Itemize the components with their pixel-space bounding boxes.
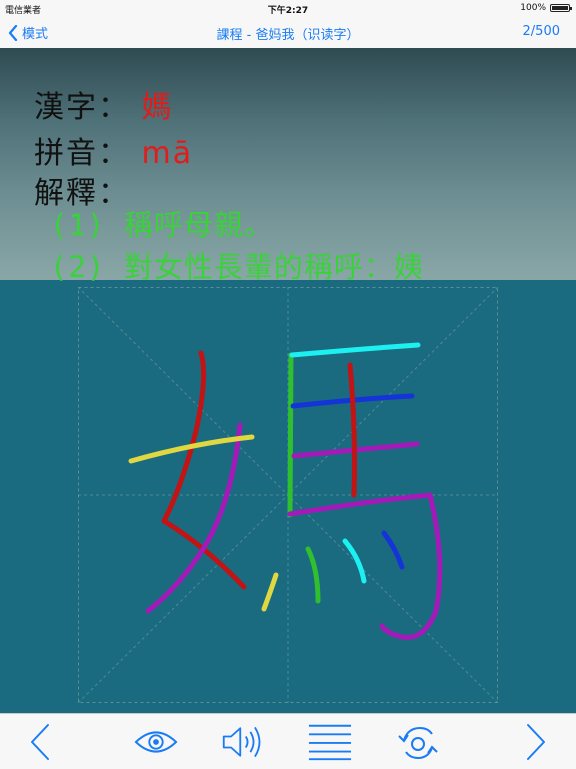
battery-icon	[550, 4, 572, 12]
sound-button[interactable]	[221, 720, 265, 764]
next-button[interactable]	[514, 720, 558, 764]
pinyin-row: 拼音： mā	[34, 128, 193, 172]
previous-button[interactable]	[18, 720, 62, 764]
view-button[interactable]	[134, 720, 178, 764]
status-bar: 電信業者 下午2:27 100%	[0, 0, 576, 16]
character-info-panel: 漢字： 媽 拼音： mā 解釋： (1) 稱呼母親。 (2) 對女性長輩的稱呼：…	[0, 48, 576, 284]
stroke-5	[289, 342, 421, 358]
stroke-11	[305, 546, 321, 604]
stroke-13	[381, 530, 405, 570]
char-value: 媽	[141, 90, 174, 125]
speaker-icon	[222, 726, 261, 758]
char-row: 漢字： 媽	[34, 82, 174, 126]
battery-percent: 100%	[520, 3, 546, 13]
stroke-4	[287, 352, 294, 518]
lesson-counter: 2/500	[522, 24, 560, 39]
battery-indicator: 100%	[520, 3, 572, 13]
list-icon	[308, 724, 352, 761]
nav-bar: 模式 課程 - 爸妈我（识读字） 2/500	[0, 16, 576, 49]
chevron-right-icon	[527, 724, 545, 760]
pinyin-value: mā	[141, 136, 194, 171]
rotate-icon	[398, 726, 438, 760]
chevron-left-icon	[31, 724, 49, 760]
stroke-10	[261, 572, 279, 612]
list-button[interactable]	[308, 720, 352, 764]
bottom-toolbar	[0, 713, 576, 769]
pinyin-label: 拼音：	[34, 136, 130, 171]
stroke-9	[347, 362, 357, 498]
rotate-button[interactable]	[396, 720, 440, 764]
clock: 下午2:27	[267, 6, 309, 16]
character-strokes	[128, 342, 443, 640]
eye-icon	[134, 731, 178, 753]
definition-1: (1) 稱呼母親。	[50, 208, 274, 242]
nav-title: 課程 - 爸妈我（识读字）	[216, 28, 360, 43]
definition-2: (2) 對女性長輩的稱呼：姨	[50, 250, 424, 284]
stroke-12	[342, 538, 367, 584]
char-label: 漢字：	[34, 90, 130, 125]
stroke-canvas[interactable]	[0, 281, 576, 713]
